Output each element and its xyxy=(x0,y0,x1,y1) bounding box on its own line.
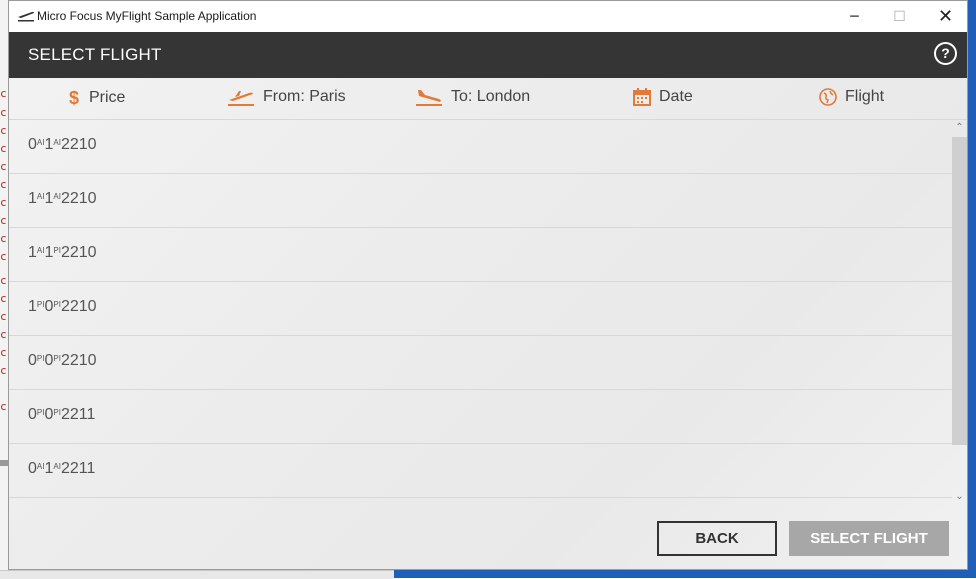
background-text: c xyxy=(0,87,7,100)
desktop-background xyxy=(394,570,976,578)
flight-row[interactable]: 0PI0PI2211 xyxy=(9,390,952,444)
flight-row-text: 0PI0PI2211 xyxy=(28,406,96,423)
desktop-background-right xyxy=(968,0,976,570)
background-divider xyxy=(0,460,8,466)
calendar-icon xyxy=(633,88,651,106)
background-text: c xyxy=(0,346,7,359)
column-date-label: Date xyxy=(659,88,693,105)
background-text: c xyxy=(0,292,7,305)
takeoff-icon xyxy=(228,91,254,106)
background-text: c xyxy=(0,364,7,377)
background-text: c xyxy=(0,196,7,209)
background-window-edge: c c c c c c c c c c c c c c c c c xyxy=(0,0,8,578)
globe-icon xyxy=(819,88,837,106)
flight-row[interactable]: 0PI0PI2210 xyxy=(9,336,952,390)
page-header: SELECT FLIGHT ? xyxy=(9,32,967,78)
select-flight-button[interactable]: SELECT FLIGHT xyxy=(789,521,949,556)
column-price-label: Price xyxy=(89,89,126,106)
flight-list[interactable]: 0AI1AI2210 1AI1AI2210 1AI1PI2210 1PI0PI2… xyxy=(9,120,952,505)
column-from[interactable]: From: Paris xyxy=(227,88,346,106)
airplane-takeoff-icon xyxy=(18,11,34,22)
column-date[interactable]: Date xyxy=(633,88,693,106)
column-header-bar: $ Price From: Paris To: London Date Flig… xyxy=(9,78,967,120)
page-title: SELECT FLIGHT xyxy=(28,45,162,64)
flight-row-text: 0PI0PI2210 xyxy=(28,352,97,369)
scroll-up-icon[interactable]: ⌃ xyxy=(952,122,967,134)
back-button[interactable]: BACK xyxy=(657,521,777,556)
flight-row[interactable]: 1PI0PI2210 xyxy=(9,282,952,336)
window-title: Micro Focus MyFlight Sample Application xyxy=(37,9,257,23)
flight-row-text: 0AI1AI2211 xyxy=(28,460,96,477)
flight-row-text: 0AI1AI2210 xyxy=(28,136,97,153)
background-text: c xyxy=(0,106,7,119)
scrollbar-thumb[interactable] xyxy=(952,137,967,445)
landing-icon xyxy=(416,90,442,106)
column-price[interactable]: $ Price xyxy=(69,88,125,108)
background-text: c xyxy=(0,178,7,191)
background-text: c xyxy=(0,232,7,245)
svg-text:$: $ xyxy=(69,88,79,108)
flight-row[interactable]: 1AI1PI2210 xyxy=(9,228,952,282)
background-text: c xyxy=(0,142,7,155)
flight-row[interactable]: 1AI1AI2210 xyxy=(9,174,952,228)
background-text: c xyxy=(0,250,7,263)
scroll-down-icon[interactable]: ⌄ xyxy=(952,491,967,503)
column-flight[interactable]: Flight xyxy=(819,88,884,106)
flight-row-text: 1AI1AI2210 xyxy=(28,190,97,207)
background-text: c xyxy=(0,310,7,323)
flight-row[interactable]: 0AI1AI2210 xyxy=(9,120,952,174)
background-text: c xyxy=(0,400,7,413)
column-from-label: From: Paris xyxy=(263,88,346,105)
background-text: c xyxy=(0,160,7,173)
maximize-button[interactable]: ☐ xyxy=(877,1,922,32)
column-to-label: To: London xyxy=(451,88,531,105)
flight-row-text: 1AI1PI2210 xyxy=(28,244,97,261)
help-button[interactable]: ? xyxy=(934,42,957,65)
background-text: c xyxy=(0,214,7,227)
flight-results-panel: $ Price From: Paris To: London Date Flig… xyxy=(9,78,967,569)
flight-row[interactable]: 0AI1AI2211 xyxy=(9,444,952,498)
minimize-button[interactable]: ─ xyxy=(832,1,877,32)
myflight-window: Micro Focus MyFlight Sample Application … xyxy=(8,0,968,570)
flight-list-scrollbar[interactable]: ⌃ ⌄ xyxy=(952,120,967,505)
title-bar[interactable]: Micro Focus MyFlight Sample Application … xyxy=(9,1,967,32)
background-text: c xyxy=(0,124,7,137)
background-text: c xyxy=(0,328,7,341)
flight-row-text: 1PI0PI2210 xyxy=(28,298,97,315)
column-to[interactable]: To: London xyxy=(415,88,530,106)
column-flight-label: Flight xyxy=(845,88,885,105)
dollar-icon: $ xyxy=(69,88,79,108)
background-text: c xyxy=(0,274,7,287)
close-button[interactable]: ✕ xyxy=(923,1,967,32)
